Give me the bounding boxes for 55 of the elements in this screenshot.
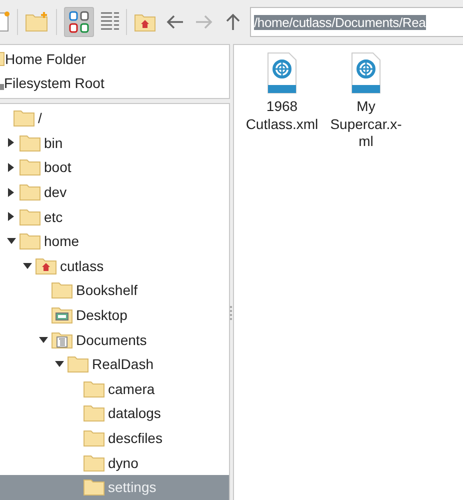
xml-file-icon xyxy=(351,52,381,94)
folder-icon xyxy=(83,429,105,448)
expander-down-icon[interactable] xyxy=(6,238,16,244)
expander-right-icon[interactable] xyxy=(8,162,14,172)
folder-icon xyxy=(83,404,105,422)
folder-icon xyxy=(83,454,105,472)
tree-item[interactable]: Documents xyxy=(0,327,229,352)
folder-icon xyxy=(13,109,35,128)
tree-item[interactable]: boot xyxy=(0,155,229,180)
tree-item[interactable]: dyno xyxy=(0,450,229,475)
tree-item[interactable]: home xyxy=(0,228,229,254)
expander-right-icon[interactable] xyxy=(8,188,14,197)
tree-item[interactable]: cutlass xyxy=(0,254,229,278)
file-name: My Supercar.x- ml xyxy=(330,98,402,150)
file-item[interactable]: My Supercar.x- ml xyxy=(326,52,406,150)
tree-item[interactable]: descfiles xyxy=(0,426,229,450)
home-folder-icon xyxy=(0,52,5,66)
desktop-folder-icon xyxy=(51,306,73,324)
folder-icon xyxy=(19,158,41,176)
tree-item[interactable]: Bookshelf xyxy=(0,278,229,303)
folder-icon xyxy=(67,355,89,374)
new-window-icon[interactable] xyxy=(0,11,10,33)
expander-down-icon[interactable] xyxy=(54,361,64,368)
tree-item[interactable]: bin xyxy=(0,130,229,156)
folder-icon xyxy=(19,134,41,152)
expander-down-icon[interactable] xyxy=(38,336,48,343)
file-item[interactable]: 1968 Cutlass.xml xyxy=(242,52,322,133)
splitter-handle[interactable] xyxy=(230,306,232,322)
xml-file-icon xyxy=(267,52,297,94)
expander-right-icon[interactable] xyxy=(8,138,14,148)
expander-right-icon[interactable] xyxy=(8,212,14,222)
tree-item[interactable]: RealDash xyxy=(0,352,229,377)
folder-icon xyxy=(19,208,41,226)
tree-item[interactable]: camera xyxy=(0,376,229,402)
tree-item[interactable]: dev xyxy=(0,180,229,204)
expander-down-icon[interactable] xyxy=(22,262,32,269)
folder-icon xyxy=(51,281,73,300)
file-name: 1968 Cutlass.xml xyxy=(246,98,318,133)
folder-icon xyxy=(83,380,105,398)
folder-icon xyxy=(83,478,105,496)
home-folder-icon[interactable] xyxy=(134,12,156,32)
drive-icon xyxy=(0,84,4,90)
folder-icon xyxy=(19,232,41,250)
documents-folder-icon xyxy=(51,330,73,349)
tree-item[interactable]: etc xyxy=(0,204,229,229)
places-item[interactable]: Filesystem Root xyxy=(0,71,229,95)
path-field[interactable]: /home/cutlass/Documents/Rea xyxy=(250,7,463,37)
icon-view-button[interactable] xyxy=(64,7,94,37)
grid-view-icon xyxy=(69,11,89,33)
home-folder-icon xyxy=(35,256,57,275)
places-item[interactable]: Home Folder xyxy=(0,47,229,71)
tree-item[interactable]: Desktop xyxy=(0,302,229,328)
folder-icon xyxy=(19,183,41,202)
tree-item[interactable]: / xyxy=(0,106,229,131)
tree-item[interactable]: datalogs xyxy=(0,401,229,426)
